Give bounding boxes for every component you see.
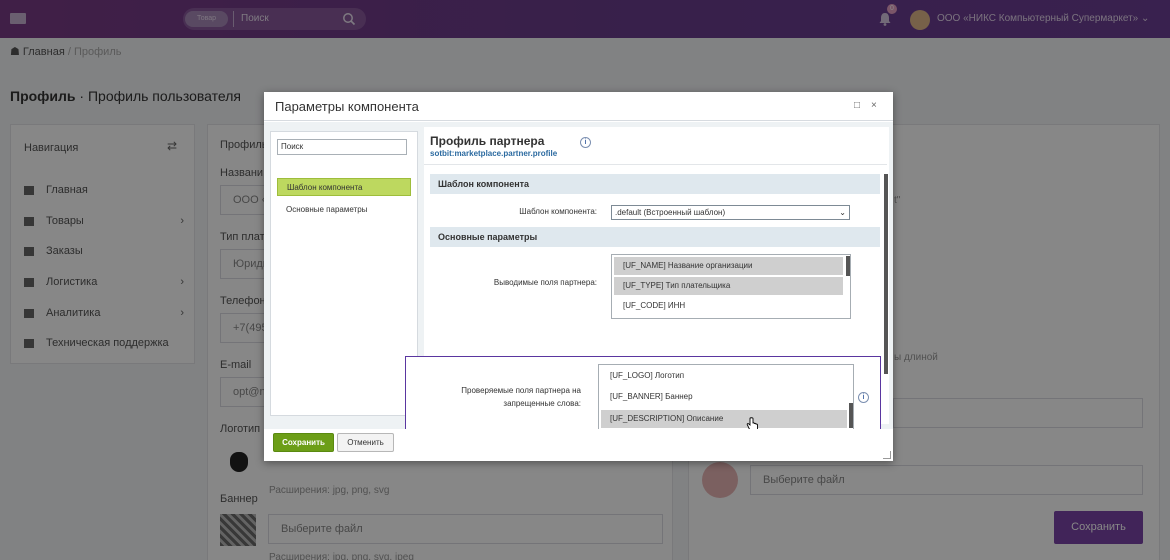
list-item[interactable]: [UF_DESCRIPTION] Описание <box>601 410 847 428</box>
section-template: Шаблон компонента <box>430 174 880 194</box>
params-sidebar: Поиск Шаблон компонента Основные парамет… <box>270 131 418 416</box>
dialog-footer: Сохранить Отменить <box>264 429 893 461</box>
checked-fields-label: Проверяемые поля партнера на запрещенные… <box>461 386 581 408</box>
listbox-scrollbar[interactable] <box>849 403 853 428</box>
checked-fields-row: Проверяемые поля партнера на запрещенные… <box>405 356 881 436</box>
component-params-dialog: Параметры компонента □ × Поиск Шаблон ко… <box>264 92 893 461</box>
component-code: sotbit:marketplace.partner.profile <box>430 149 558 158</box>
checked-fields-listbox[interactable]: [UF_LOGO] Логотип [UF_BANNER] Баннер [UF… <box>598 364 854 431</box>
output-fields-listbox[interactable]: [UF_NAME] Название организации [UF_TYPE]… <box>611 254 851 319</box>
cancel-button[interactable]: Отменить <box>337 433 394 452</box>
list-item[interactable]: [UF_CODE] ИНН <box>614 297 843 315</box>
component-title: Профиль партнера <box>430 134 545 148</box>
sidebar-item-main-params[interactable]: Основные параметры <box>277 201 411 219</box>
list-item[interactable]: [UF_LOGO] Логотип <box>601 367 847 385</box>
maximize-icon[interactable]: □ <box>854 100 860 111</box>
output-fields-label: Выводимые поля партнера: <box>493 278 597 287</box>
section-main-params: Основные параметры <box>430 227 880 247</box>
dialog-body: Поиск Шаблон компонента Основные парамет… <box>264 122 893 436</box>
dialog-titlebar[interactable]: Параметры компонента □ × <box>264 92 893 121</box>
sidebar-item-template[interactable]: Шаблон компонента <box>277 178 411 196</box>
params-search-input[interactable]: Поиск <box>277 139 407 155</box>
template-label: Шаблон компонента: <box>519 207 597 216</box>
resize-handle[interactable] <box>883 451 891 459</box>
info-icon[interactable]: i <box>858 392 869 403</box>
listbox-scrollbar[interactable] <box>846 256 850 276</box>
content-scrollbar[interactable] <box>884 174 888 374</box>
list-item[interactable]: [UF_TYPE] Тип плательщика <box>614 277 843 295</box>
dialog-title: Параметры компонента <box>275 99 419 114</box>
list-item[interactable]: [UF_NAME] Название организации <box>614 257 843 275</box>
save-button[interactable]: Сохранить <box>273 433 334 452</box>
close-icon[interactable]: × <box>871 100 877 111</box>
template-select-value: .default (Встроенный шаблон) <box>615 208 726 217</box>
list-item[interactable]: [UF_BANNER] Баннер <box>601 388 847 406</box>
info-icon[interactable]: i <box>580 137 591 148</box>
divider <box>424 164 887 165</box>
chevron-down-icon: ⌄ <box>839 208 846 217</box>
template-select[interactable]: .default (Встроенный шаблон) ⌄ <box>611 205 850 220</box>
